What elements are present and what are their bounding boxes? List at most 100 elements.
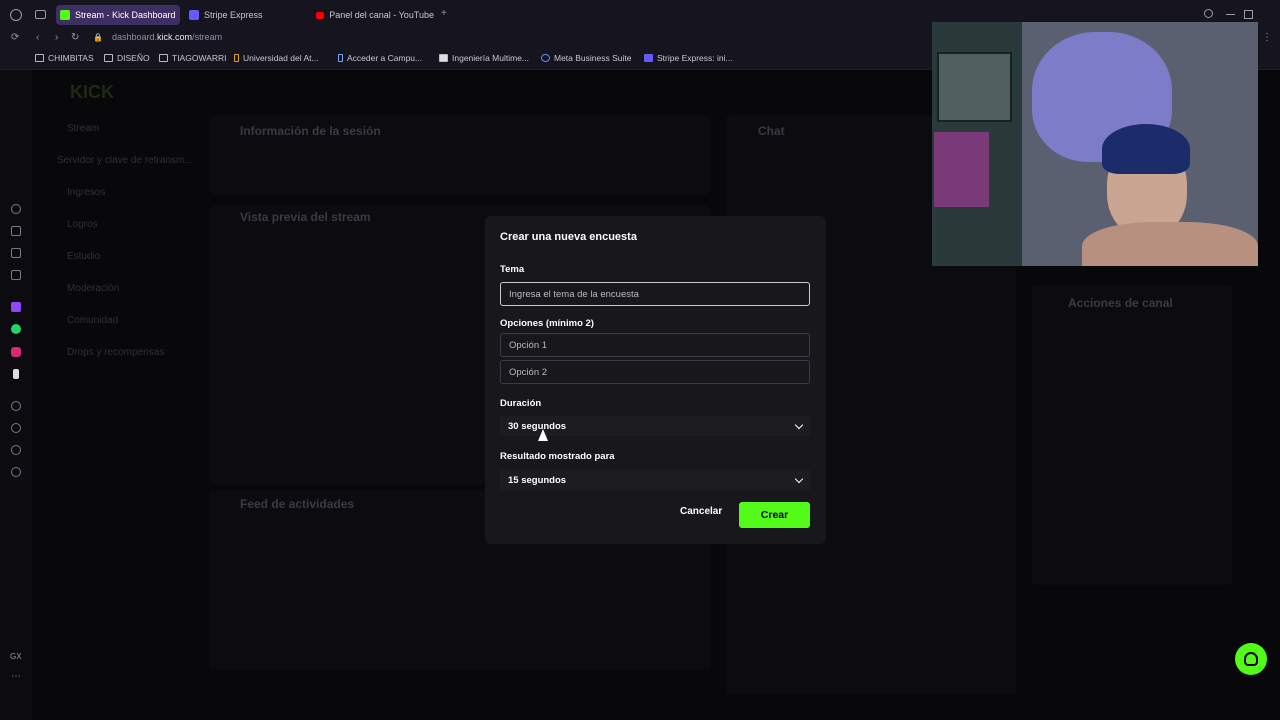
modal-title: Crear una nueva encuesta [500, 231, 637, 243]
refresh-icon[interactable]: ↻ [71, 33, 79, 43]
screen: Stream - Kick Dashboard Stripe Express P… [0, 0, 1280, 720]
tab-stripe-express[interactable]: Stripe Express [185, 5, 309, 25]
result-label: Resultado mostrado para [500, 451, 615, 462]
preview-title: Vista previa del stream [240, 210, 371, 224]
nav-item[interactable]: Servidor y clave de retransm... [57, 155, 193, 166]
help-button[interactable] [1235, 643, 1267, 675]
more-icon[interactable]: ⋯ [11, 672, 21, 682]
bookmark-label: TIAGOWARRI [172, 53, 227, 63]
tab-label: Panel del canal - YouTube [329, 10, 434, 20]
result-duration-select[interactable]: 15 segundos [500, 470, 810, 490]
browser-sidebar: GX ⋯ [0, 70, 32, 720]
menu-icon[interactable]: ⋮ [1262, 33, 1272, 43]
headset-icon [1244, 652, 1258, 666]
player-icon[interactable] [11, 401, 21, 411]
reload-icon[interactable]: ⟳ [11, 33, 19, 43]
duration-label: Duración [500, 398, 542, 409]
nav-item[interactable]: Comunidad [67, 315, 118, 326]
option-2-input[interactable]: Opción 2 [500, 360, 810, 384]
bookmark-label: DISEÑO [117, 53, 150, 63]
option-2-placeholder: Opción 2 [509, 366, 548, 378]
nav-item[interactable]: Ingresos [67, 187, 105, 198]
chevron-down-icon [794, 474, 804, 484]
bookmark-label: Universidad del At... [243, 53, 319, 63]
opera-logo-icon[interactable] [10, 9, 22, 21]
minimize-icon[interactable] [1226, 14, 1235, 15]
options-label: Opciones (mínimo 2) [500, 318, 594, 329]
result-value: 15 segundos [508, 474, 567, 486]
university-icon [234, 54, 239, 62]
nav-item[interactable]: Logros [67, 219, 98, 230]
stripe-icon [189, 10, 199, 20]
mouse-cursor [538, 429, 548, 441]
cap-graphic [1102, 124, 1190, 174]
forward-icon[interactable]: › [55, 33, 58, 43]
option-1-placeholder: Opción 1 [509, 339, 548, 351]
tab-label: Stripe Express [204, 10, 263, 20]
option-1-input[interactable]: Opción 1 [500, 333, 810, 357]
bookmark-ingenieria[interactable]: Ingeniería Multime... [439, 53, 529, 63]
extensions-icon[interactable] [11, 445, 21, 455]
bookmark-label: Acceder a Campu... [347, 53, 423, 63]
aria-icon[interactable] [11, 226, 21, 236]
twitch-icon[interactable] [11, 302, 21, 312]
bookmark-chimbitas[interactable]: CHIMBITAS [35, 53, 94, 63]
page-icon [439, 54, 448, 62]
campus-icon [338, 54, 343, 62]
tab-overview-icon[interactable] [35, 10, 46, 19]
kick-icon [60, 10, 70, 20]
lock-icon: 🔒 [93, 33, 103, 42]
tab-label: Stream - Kick Dashboard [75, 10, 176, 20]
bookmark-label: Meta Business Suite [554, 53, 632, 63]
topic-input[interactable]: Ingresa el tema de la encuesta [500, 282, 810, 306]
activity-title: Feed de actividades [240, 497, 355, 511]
meta-icon [541, 54, 550, 62]
tiktok-icon[interactable] [13, 369, 19, 379]
new-tab-icon[interactable]: + [441, 9, 447, 19]
bookmark-universidad[interactable]: Universidad del At... [234, 53, 319, 63]
nav-item[interactable]: Stream [67, 123, 99, 134]
messenger-icon[interactable] [11, 270, 21, 280]
youtube-icon [316, 11, 325, 19]
topic-placeholder: Ingresa el tema de la encuesta [509, 288, 639, 300]
create-button[interactable]: Crear [739, 502, 810, 528]
url-domain: kick.com [157, 32, 193, 42]
url-text[interactable]: dashboard.kick.com/stream [112, 32, 222, 42]
whatsapp-icon[interactable] [11, 324, 21, 334]
bookmark-diseno[interactable]: DISEÑO [104, 53, 150, 63]
bookmark-label: Stripe Express: ini... [657, 53, 733, 63]
bookmark-meta[interactable]: Meta Business Suite [541, 53, 631, 63]
back-icon[interactable]: ‹ [36, 33, 39, 43]
clock-icon[interactable] [11, 423, 21, 433]
tab-kick-dashboard[interactable]: Stream - Kick Dashboard [56, 5, 180, 25]
actions-title: Acciones de canal [1068, 296, 1173, 310]
folder-icon [159, 54, 168, 62]
bookmark-campus[interactable]: Acceder a Campu... [338, 53, 422, 63]
topic-label: Tema [500, 264, 525, 275]
folder-icon [104, 54, 113, 62]
session-title: Información de la sesión [240, 124, 381, 138]
tab-youtube[interactable]: Panel del canal - YouTube [312, 5, 434, 25]
poster-graphic [934, 132, 989, 207]
bookmark-label: Ingeniería Multime... [452, 53, 530, 63]
chat-title: Chat [758, 124, 785, 138]
history-icon[interactable] [11, 204, 21, 214]
folder-icon [35, 54, 44, 62]
maximize-icon[interactable] [1244, 10, 1253, 19]
cancel-button[interactable]: Cancelar [680, 506, 722, 517]
search-icon[interactable] [1204, 9, 1213, 18]
body-graphic [1082, 222, 1258, 266]
actions-panel [1032, 285, 1232, 585]
chevron-down-icon [794, 420, 804, 430]
url-host: dashboard. [112, 32, 158, 42]
nav-item[interactable]: Drops y recompensas [67, 347, 164, 358]
instagram-icon[interactable] [11, 347, 21, 357]
gx-icon[interactable]: GX [10, 652, 22, 662]
bookmark-stripe[interactable]: Stripe Express: ini... [644, 53, 733, 63]
nav-item[interactable]: Estudio [67, 251, 100, 262]
settings-icon[interactable] [11, 467, 21, 477]
bookmark-tiagowarri[interactable]: TIAGOWARRI [159, 53, 226, 63]
nav-item[interactable]: Moderación [67, 283, 119, 294]
pinboard-icon[interactable] [11, 248, 21, 258]
bookmark-label: CHIMBITAS [48, 53, 94, 63]
